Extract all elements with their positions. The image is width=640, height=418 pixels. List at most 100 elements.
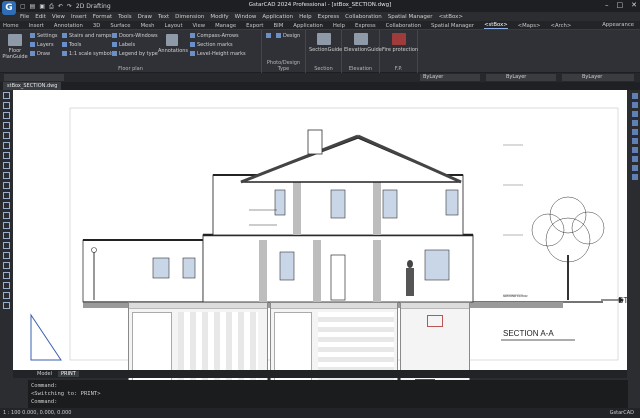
section-guide-icon[interactable] [317, 33, 331, 45]
tab-collaboration[interactable]: Collaboration [386, 23, 421, 29]
elevation-guide-icon[interactable] [354, 33, 368, 45]
document-tab[interactable]: stBox_SECTION.dwg [3, 82, 62, 90]
zoom-icon[interactable] [632, 102, 638, 108]
tab-export[interactable]: Export [246, 23, 263, 29]
table-tool-icon[interactable] [3, 202, 10, 209]
menu-item[interactable]: Application [262, 14, 293, 20]
trim-tool-icon[interactable] [3, 262, 10, 269]
tab-help[interactable]: Help [333, 23, 345, 29]
menu-item[interactable]: Collaboration [345, 14, 382, 20]
pan-icon[interactable] [632, 93, 638, 99]
layers-panel-icon[interactable] [632, 129, 638, 135]
tab-stbox[interactable]: <stBox> [484, 22, 508, 29]
menu-item[interactable]: Text [158, 14, 169, 20]
lineweight-dropdown[interactable]: ByLayer [562, 74, 634, 81]
section-guide-button[interactable]: SectionGuide [309, 47, 342, 53]
tab-mesh[interactable]: Mesh [141, 23, 155, 29]
menu-item[interactable]: File [20, 14, 29, 20]
floor-plan-guide-button[interactable]: Floor PlanGuide [2, 48, 28, 60]
block-tool-icon[interactable] [3, 162, 10, 169]
scale-symbols-button[interactable]: 1:1 scale symbols [62, 51, 114, 57]
ellipse-tool-icon[interactable] [3, 152, 10, 159]
tab-view[interactable]: View [193, 23, 206, 29]
tab-model[interactable]: Model [37, 371, 52, 377]
tools-button[interactable]: Tools [62, 42, 81, 48]
tab-application[interactable]: Application [293, 23, 323, 29]
settings-button[interactable]: Settings [30, 33, 58, 39]
menu-item[interactable]: Format [93, 14, 112, 20]
level-marks-button[interactable]: Level-Height marks [190, 51, 246, 57]
rotate-tool-icon[interactable] [3, 242, 10, 249]
annotations-icon[interactable] [166, 34, 178, 46]
floor-plan-guide-icon[interactable] [8, 34, 22, 46]
region-tool-icon[interactable] [3, 192, 10, 199]
elevation-guide-button[interactable]: ElevationGuide [344, 47, 382, 53]
menu-item[interactable]: Dimension [175, 14, 204, 20]
arc-tool-icon[interactable] [3, 122, 10, 129]
menu-item[interactable]: Window [235, 14, 257, 20]
explode-tool-icon[interactable] [3, 292, 10, 299]
menu-item[interactable]: Tools [118, 14, 132, 20]
menu-item[interactable]: View [52, 14, 65, 20]
measure-icon[interactable] [632, 156, 638, 162]
spline-tool-icon[interactable] [3, 142, 10, 149]
move-tool-icon[interactable] [3, 222, 10, 229]
stairs-button[interactable]: Stairs and ramps [62, 33, 112, 39]
fire-protection-button[interactable]: Fire protection [382, 47, 418, 53]
minimize-icon[interactable]: – [605, 1, 609, 9]
maximize-icon[interactable]: □ [617, 1, 624, 9]
labels-button[interactable]: Labels [112, 42, 135, 48]
copy-tool-icon[interactable] [3, 232, 10, 239]
layers-button[interactable]: Layers [30, 42, 54, 48]
command-input[interactable]: Command: [31, 398, 625, 406]
circle-tool-icon[interactable] [3, 132, 10, 139]
snap-icon[interactable] [632, 174, 638, 180]
fire-protection-icon[interactable] [392, 33, 406, 45]
draw-button[interactable]: Draw [30, 51, 50, 57]
menu-item[interactable]: Modify [210, 14, 228, 20]
tab-spatial-manager[interactable]: Spatial Manager [431, 23, 474, 29]
tab-print[interactable]: PRINT [58, 371, 79, 377]
polyline-tool-icon[interactable] [3, 102, 10, 109]
linetype-dropdown[interactable]: ByLayer [486, 74, 556, 81]
tool-palette-icon[interactable] [632, 147, 638, 153]
extend-tool-icon[interactable] [3, 272, 10, 279]
section-marks-button[interactable]: Section marks [190, 42, 233, 48]
design-center-icon[interactable] [632, 138, 638, 144]
doors-windows-button[interactable]: Doors-Windows [112, 33, 158, 39]
properties-icon[interactable] [632, 120, 638, 126]
rectangle-tool-icon[interactable] [3, 112, 10, 119]
menu-item[interactable]: <stBox> [439, 14, 463, 20]
text-tool-icon[interactable] [3, 212, 10, 219]
line-tool-icon[interactable] [3, 92, 10, 99]
tab-surface[interactable]: Surface [110, 23, 130, 29]
menu-item[interactable]: Spatial Manager [388, 14, 433, 20]
layer-dropdown[interactable] [4, 74, 64, 81]
tab-express[interactable]: Express [355, 23, 376, 29]
fillet-tool-icon[interactable] [3, 282, 10, 289]
app-logo[interactable]: G [2, 1, 16, 15]
tab-annotation[interactable]: Annotation [54, 23, 83, 29]
hatch-tool-icon[interactable] [3, 182, 10, 189]
menu-item[interactable]: Edit [35, 14, 46, 20]
tab-maps[interactable]: <Maps> [518, 23, 541, 29]
annotations-button[interactable]: Annotations [158, 48, 188, 54]
tab-insert[interactable]: Insert [29, 23, 44, 29]
orbit-icon[interactable] [632, 111, 638, 117]
appearance-menu[interactable]: Appearance [602, 22, 634, 28]
erase-tool-icon[interactable] [3, 302, 10, 309]
legend-button[interactable]: Legend by type [112, 51, 158, 57]
tab-3d[interactable]: 3D [93, 23, 100, 29]
tab-bim[interactable]: BIM [274, 23, 284, 29]
menu-item[interactable]: Insert [71, 14, 87, 20]
design-button[interactable]: Design [276, 33, 300, 39]
point-tool-icon[interactable] [3, 172, 10, 179]
tab-home[interactable]: Home [3, 23, 19, 29]
tab-layout[interactable]: Layout [165, 23, 183, 29]
inquiry-icon[interactable] [632, 165, 638, 171]
menu-item[interactable]: Help [299, 14, 312, 20]
photo-button[interactable] [266, 33, 273, 39]
compass-button[interactable]: Compass-Arrows [190, 33, 239, 39]
menu-item[interactable]: Express [318, 14, 339, 20]
tab-manage[interactable]: Manage [215, 23, 236, 29]
